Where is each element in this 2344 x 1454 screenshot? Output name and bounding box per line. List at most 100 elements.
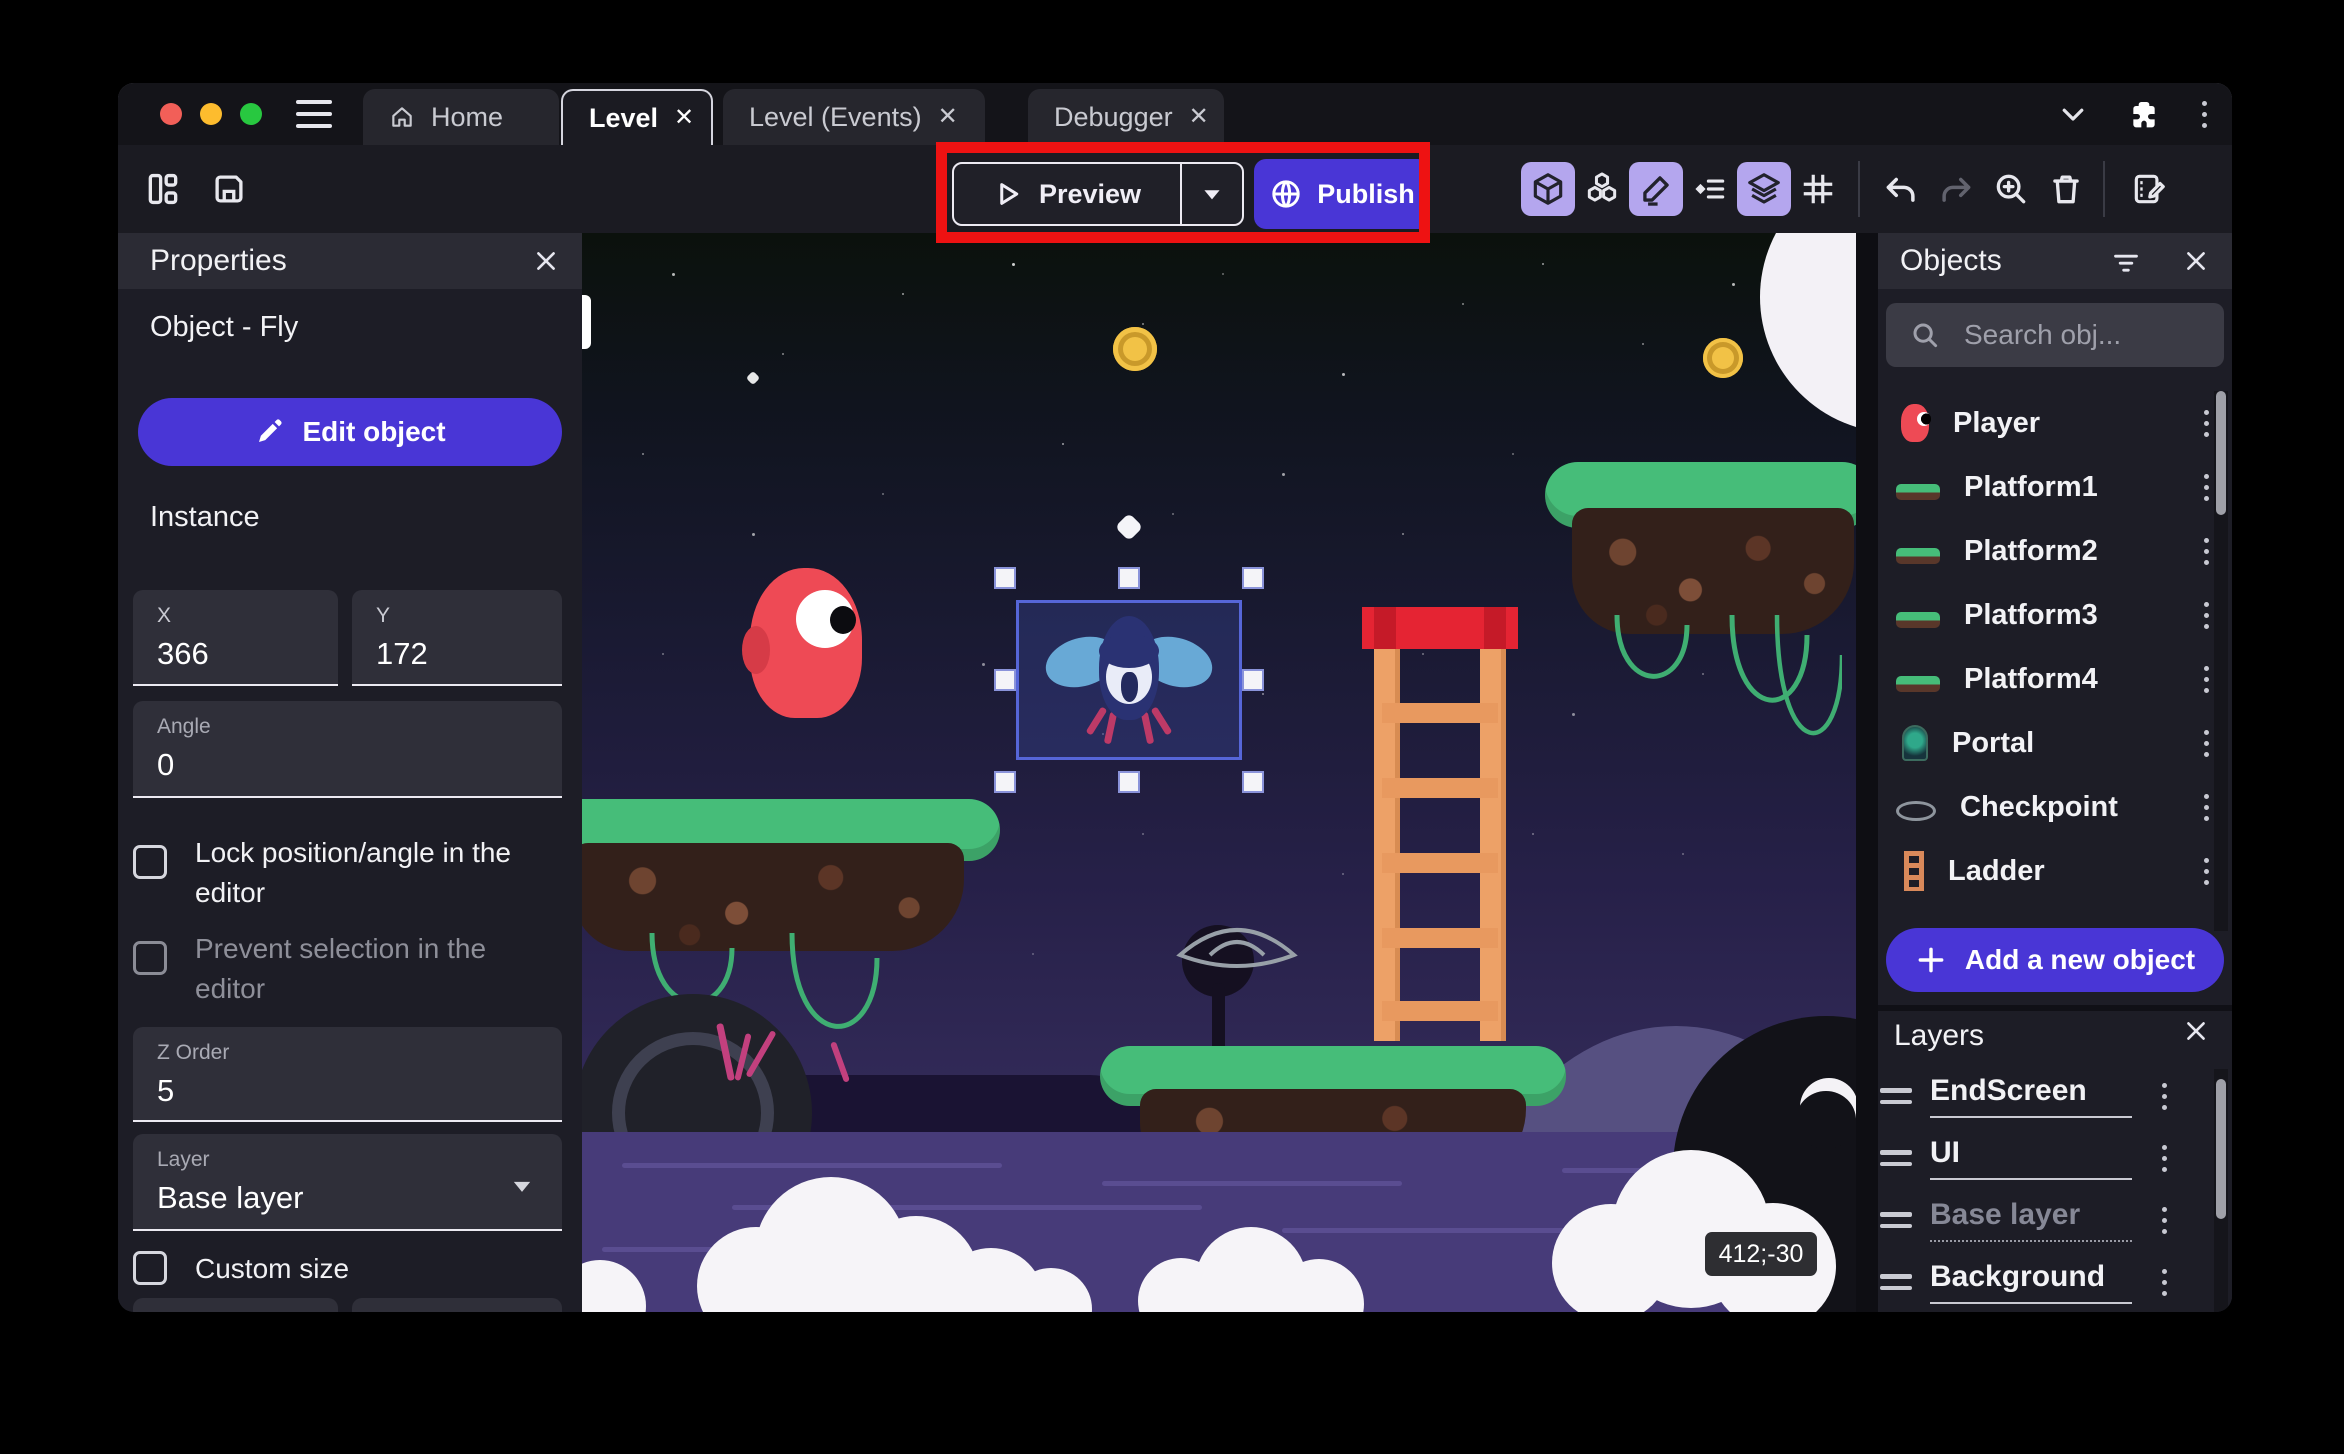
- preview-button-main[interactable]: Preview: [954, 164, 1180, 224]
- layer-name[interactable]: Base layer: [1930, 1198, 2132, 1242]
- layer-name[interactable]: Background: [1930, 1260, 2132, 1304]
- save-button[interactable]: [202, 162, 256, 216]
- toggle-layers-panel-button[interactable]: [1737, 162, 1791, 216]
- toggle-properties-panel-button[interactable]: [1629, 162, 1683, 216]
- z-order-field[interactable]: Z Order: [133, 1027, 562, 1122]
- fly-instance-selected[interactable]: [1039, 610, 1219, 760]
- coin-instance[interactable]: [1113, 327, 1157, 371]
- layer-list-item[interactable]: EndScreen: [1878, 1065, 2232, 1127]
- search-objects-box[interactable]: [1886, 303, 2224, 367]
- object-more-options-icon[interactable]: [2202, 601, 2210, 629]
- zoom-in-button[interactable]: [1984, 162, 2038, 216]
- object-more-options-icon[interactable]: [2202, 473, 2210, 501]
- grid-button[interactable]: [1791, 162, 1845, 216]
- drag-handle-icon[interactable]: [1880, 1088, 1912, 1104]
- object-list-item[interactable]: Player: [1878, 391, 2232, 455]
- ladder-top-platform[interactable]: [1362, 607, 1518, 649]
- checkpoint-instance[interactable]: [1170, 911, 1304, 991]
- more-vert-icon[interactable]: [2200, 100, 2208, 128]
- scene-editor-canvas[interactable]: 412;-30: [582, 233, 1856, 1312]
- search-objects-input[interactable]: [1962, 318, 2192, 352]
- layer-name[interactable]: EndScreen: [1930, 1074, 2132, 1118]
- player-instance[interactable]: [742, 568, 862, 718]
- main-menu-icon[interactable]: [296, 100, 332, 128]
- layer-list-item[interactable]: UI: [1878, 1127, 2232, 1189]
- layer-more-options-icon[interactable]: [2160, 1268, 2168, 1296]
- extensions-icon[interactable]: [2128, 98, 2160, 130]
- resize-handle[interactable]: [1242, 669, 1264, 691]
- object-list-item[interactable]: Portal: [1878, 711, 2232, 775]
- object-list-item[interactable]: Checkpoint: [1878, 775, 2232, 839]
- delete-button[interactable]: [2039, 162, 2093, 216]
- object-groups-button[interactable]: [1575, 162, 1629, 216]
- layer-more-options-icon[interactable]: [2160, 1082, 2168, 1110]
- close-tab-icon[interactable]: ✕: [1189, 105, 1209, 129]
- x-field-input[interactable]: [157, 636, 311, 672]
- layer-list-item[interactable]: Background: [1878, 1251, 2232, 1312]
- angle-field[interactable]: Angle: [133, 701, 562, 798]
- publish-button[interactable]: Publish: [1254, 159, 1430, 229]
- object-more-options-icon[interactable]: [2202, 857, 2210, 885]
- chevron-down-icon[interactable]: [2058, 99, 2088, 129]
- resize-handle[interactable]: [1118, 771, 1140, 793]
- object-more-options-icon[interactable]: [2202, 409, 2210, 437]
- coin-instance[interactable]: [1703, 338, 1743, 378]
- resize-handle[interactable]: [1118, 567, 1140, 589]
- object-list-item[interactable]: Platform4: [1878, 647, 2232, 711]
- edit-object-button[interactable]: Edit object: [138, 398, 562, 466]
- resize-handle[interactable]: [994, 567, 1016, 589]
- object-more-options-icon[interactable]: [2202, 793, 2210, 821]
- z-order-input[interactable]: [157, 1073, 502, 1109]
- layer-more-options-icon[interactable]: [2160, 1206, 2168, 1234]
- objects-scrollbar-thumb[interactable]: [2216, 391, 2226, 515]
- lock-position-checkbox[interactable]: [133, 845, 167, 879]
- layer-select[interactable]: Layer Base layer: [133, 1134, 562, 1231]
- preview-dropdown-button[interactable]: [1180, 164, 1242, 224]
- tab-home[interactable]: Home: [363, 89, 559, 145]
- close-window-button[interactable]: [160, 103, 182, 125]
- drag-handle-icon[interactable]: [1880, 1274, 1912, 1290]
- close-icon[interactable]: [2180, 245, 2212, 277]
- resize-handle[interactable]: [1242, 771, 1264, 793]
- y-field[interactable]: Y: [352, 590, 562, 686]
- object-more-options-icon[interactable]: [2202, 537, 2210, 565]
- toggle-objects-panel-button[interactable]: [1521, 162, 1575, 216]
- resize-handle[interactable]: [994, 771, 1016, 793]
- maximize-window-button[interactable]: [240, 103, 262, 125]
- edit-scene-properties-button[interactable]: [2122, 162, 2176, 216]
- drag-handle-icon[interactable]: [1880, 1150, 1912, 1166]
- close-tab-icon[interactable]: ✕: [938, 105, 958, 129]
- object-list-item[interactable]: Platform1: [1878, 455, 2232, 519]
- rotate-handle[interactable]: [1114, 512, 1144, 542]
- tab-level-events[interactable]: Level (Events) ✕: [723, 89, 985, 145]
- object-list-item[interactable]: Platform3: [1878, 583, 2232, 647]
- instances-list-button[interactable]: [1683, 162, 1737, 216]
- layer-list-item[interactable]: Base layer: [1878, 1189, 2232, 1251]
- layers-scrollbar-thumb[interactable]: [2216, 1079, 2226, 1219]
- drag-handle-icon[interactable]: [1880, 1212, 1912, 1228]
- tab-debugger[interactable]: Debugger ✕: [1028, 89, 1224, 145]
- redo-button[interactable]: [1929, 162, 1983, 216]
- tab-level[interactable]: Level ✕: [561, 89, 713, 145]
- angle-field-input[interactable]: [157, 747, 502, 783]
- close-icon[interactable]: [530, 245, 562, 277]
- resize-handle[interactable]: [1242, 567, 1264, 589]
- minimize-window-button[interactable]: [200, 103, 222, 125]
- y-field-input[interactable]: [376, 636, 535, 672]
- layer-more-options-icon[interactable]: [2160, 1144, 2168, 1172]
- custom-size-checkbox[interactable]: [133, 1251, 167, 1285]
- resize-handle[interactable]: [994, 669, 1016, 691]
- open-project-manager-button[interactable]: [136, 162, 190, 216]
- prevent-selection-checkbox[interactable]: [133, 941, 167, 975]
- object-more-options-icon[interactable]: [2202, 665, 2210, 693]
- undo-button[interactable]: [1874, 162, 1928, 216]
- layer-name[interactable]: UI: [1930, 1136, 2132, 1180]
- object-list-item[interactable]: Ladder: [1878, 839, 2232, 903]
- close-tab-icon[interactable]: ✕: [674, 106, 694, 130]
- close-icon[interactable]: [2180, 1015, 2212, 1047]
- filter-icon[interactable]: [2112, 249, 2140, 275]
- add-new-object-button[interactable]: Add a new object: [1886, 928, 2224, 992]
- object-list-item[interactable]: Platform2: [1878, 519, 2232, 583]
- object-more-options-icon[interactable]: [2202, 729, 2210, 757]
- x-field[interactable]: X: [133, 590, 338, 686]
